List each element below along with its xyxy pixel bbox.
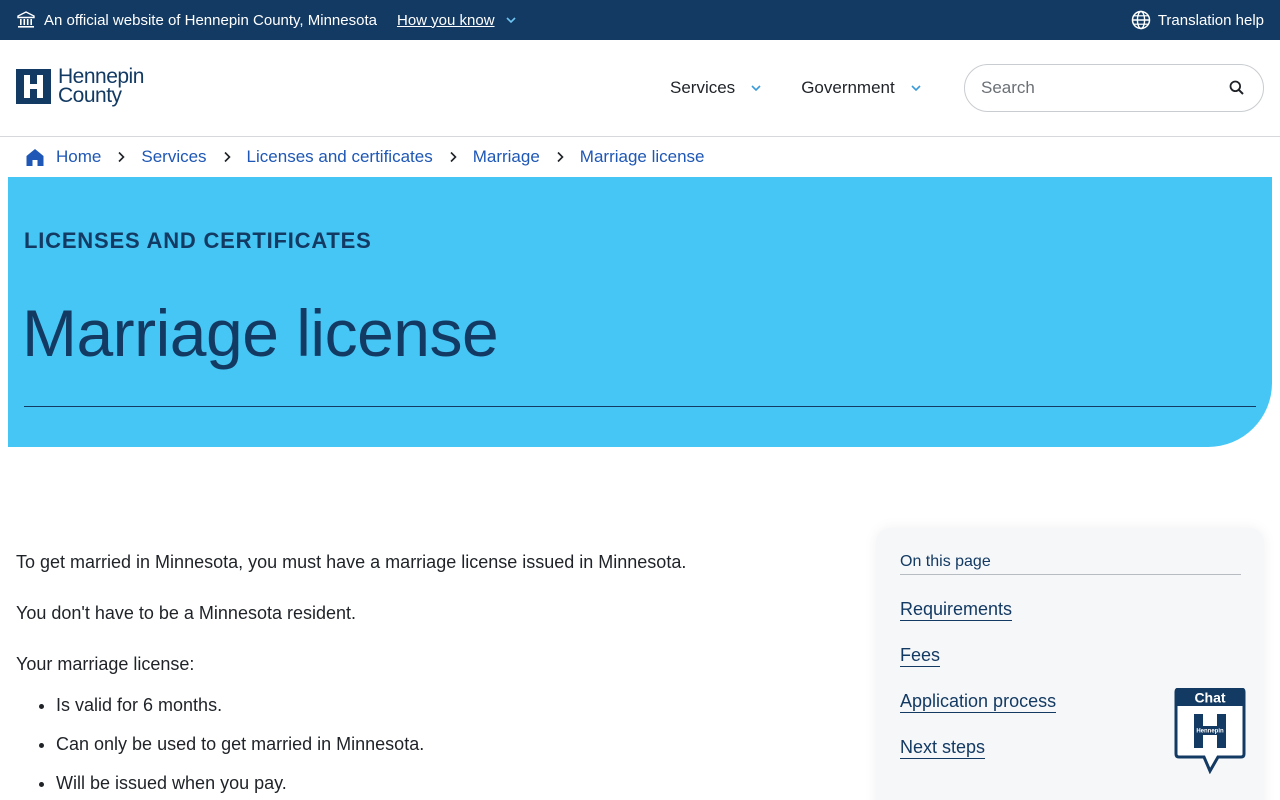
translation-help-button[interactable]: Translation help bbox=[1131, 10, 1264, 30]
breadcrumb-licenses[interactable]: Licenses and certificates bbox=[247, 147, 433, 167]
chevron-right-icon bbox=[553, 150, 567, 164]
page-hero: LICENSES AND CERTIFICATES Marriage licen… bbox=[8, 177, 1272, 447]
globe-icon bbox=[1131, 10, 1151, 30]
chat-badge: Hennepin bbox=[1196, 729, 1224, 735]
official-banner: An official website of Hennepin County, … bbox=[0, 0, 1280, 40]
residency-paragraph: You don't have to be a Minnesota residen… bbox=[16, 603, 357, 623]
home-icon bbox=[24, 146, 46, 168]
chat-label: Chat bbox=[1194, 690, 1225, 706]
translation-help-label: Translation help bbox=[1157, 11, 1264, 29]
main-nav: Services Government bbox=[670, 64, 961, 112]
breadcrumb-marriage[interactable]: Marriage bbox=[473, 147, 540, 167]
chevron-right-icon bbox=[220, 150, 234, 164]
page-category: LICENSES AND CERTIFICATES bbox=[24, 228, 372, 253]
page-title: Marriage license bbox=[22, 296, 499, 370]
breadcrumb: Home Services Licenses and certificates … bbox=[24, 146, 705, 168]
breadcrumb-home[interactable]: Home bbox=[56, 147, 101, 167]
site-header: Hennepin County Services Government bbox=[0, 40, 1280, 137]
chevron-down-icon bbox=[505, 14, 517, 26]
hero-divider bbox=[24, 406, 1256, 407]
list-item: Can only be used to get married in Minne… bbox=[56, 733, 816, 755]
nav-government-label: Government bbox=[801, 78, 895, 97]
toc-link-requirements[interactable]: Requirements bbox=[900, 599, 1013, 621]
official-website-text: An official website of Hennepin County, … bbox=[44, 11, 377, 29]
nav-government[interactable]: Government bbox=[801, 78, 923, 98]
logo-h-icon bbox=[16, 68, 51, 104]
list-item: Will be issued when you pay. bbox=[56, 772, 816, 794]
logo-text: Hennepin County bbox=[58, 66, 144, 107]
intro-paragraph: To get married in Minnesota, you must ha… bbox=[16, 552, 687, 572]
license-list: Is valid for 6 months. Can only be used … bbox=[56, 694, 816, 794]
logo-line-2: County bbox=[58, 84, 122, 107]
chevron-down-icon bbox=[909, 81, 923, 95]
how-you-know-label: How you know bbox=[396, 11, 495, 29]
search-input[interactable] bbox=[981, 78, 1227, 98]
main-content: To get married in Minnesota, you must ha… bbox=[16, 551, 816, 800]
license-paragraph: Your marriage license: bbox=[16, 654, 195, 674]
toc-link-next-steps[interactable]: Next steps bbox=[900, 737, 986, 759]
toc-link-application-process[interactable]: Application process bbox=[900, 691, 1057, 713]
list-item: Is valid for 6 months. bbox=[56, 694, 816, 716]
chat-button[interactable]: Chat Hennepin bbox=[1174, 687, 1246, 775]
nav-services-label: Services bbox=[670, 78, 736, 97]
toc-link-fees[interactable]: Fees bbox=[900, 645, 941, 667]
government-building-icon bbox=[16, 10, 36, 30]
chevron-right-icon bbox=[446, 150, 460, 164]
on-this-page-title: On this page bbox=[900, 553, 1241, 575]
hennepin-county-logo[interactable]: Hennepin County bbox=[16, 66, 144, 107]
chevron-right-icon bbox=[114, 150, 128, 164]
search-box bbox=[964, 64, 1264, 112]
nav-services[interactable]: Services bbox=[670, 78, 763, 98]
chat-bubble-icon: Chat Hennepin bbox=[1174, 687, 1246, 775]
chevron-down-icon bbox=[749, 81, 763, 95]
search-icon[interactable] bbox=[1227, 78, 1247, 98]
how-you-know-link[interactable]: How you know bbox=[397, 12, 517, 29]
breadcrumb-marriage-license[interactable]: Marriage license bbox=[580, 147, 705, 167]
breadcrumb-services[interactable]: Services bbox=[141, 147, 206, 167]
